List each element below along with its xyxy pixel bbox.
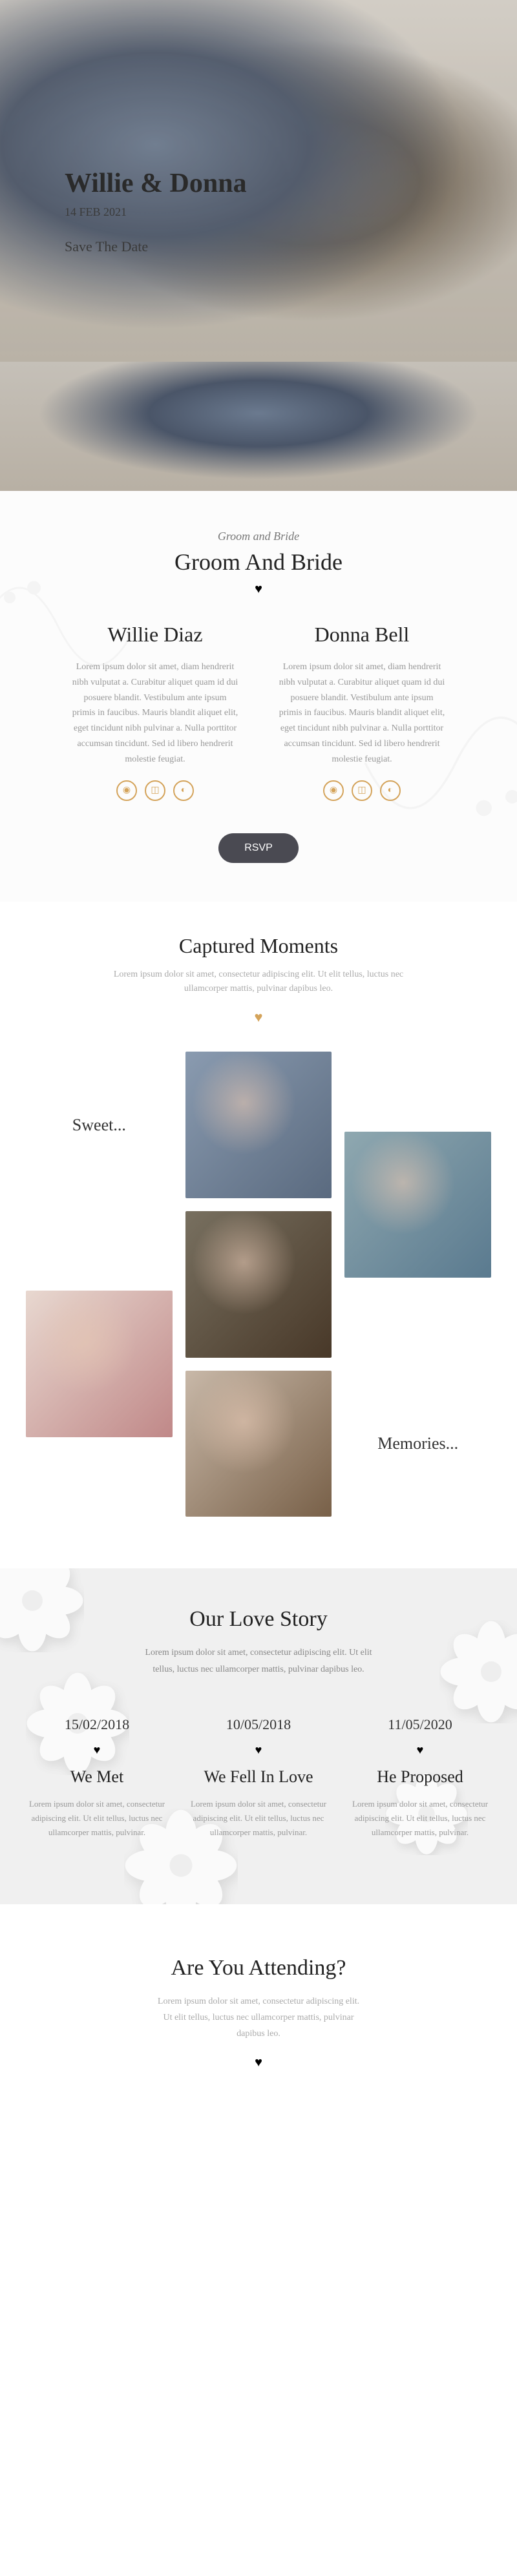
attending-section: Are You Attending? Lorem ipsum dolor sit… — [0, 1904, 517, 2141]
rsvp-button[interactable]: RSVP — [218, 833, 299, 863]
timeline-event: 11/05/2020 ♥ He Proposed Lorem ipsum dol… — [349, 1716, 491, 1840]
event-text: Lorem ipsum dolor sit amet, consectetur … — [187, 1797, 330, 1840]
event-text: Lorem ipsum dolor sit amet, consectetur … — [349, 1797, 491, 1840]
twitter-icon[interactable]: ◐ — [173, 780, 194, 801]
hero-section: Willie & Donna 14 FEB 2021 Save The Date — [0, 0, 517, 362]
attending-description: Lorem ipsum dolor sit amet, consectetur … — [155, 1993, 362, 2042]
timeline-event: 10/05/2018 ♥ We Fell In Love Lorem ipsum… — [187, 1716, 330, 1840]
bride-name: Donna Bell — [278, 623, 446, 647]
facebook-icon[interactable]: ◉ — [116, 780, 137, 801]
gallery-photo — [185, 1371, 332, 1517]
gallery-label-left: Sweet... — [26, 1116, 173, 1135]
hero-date: 14 FEB 2021 — [65, 205, 247, 219]
story-title: Our Love Story — [26, 1607, 491, 1632]
gallery-label-right: Memories... — [344, 1434, 491, 1453]
hero-image-strip — [0, 362, 517, 491]
flower-decoration — [439, 1620, 517, 1723]
event-text: Lorem ipsum dolor sit amet, consectetur … — [26, 1797, 168, 1840]
event-date: 11/05/2020 — [349, 1716, 491, 1733]
heart-icon: ♥ — [26, 1743, 168, 1757]
heart-icon: ♥ — [26, 2055, 491, 2070]
gallery-photo — [344, 1132, 491, 1278]
groom-bride-section: Groom and Bride Groom And Bride ♥ Willie… — [0, 491, 517, 902]
attending-title: Are You Attending? — [162, 1956, 355, 1980]
gallery-photo — [185, 1052, 332, 1198]
instagram-icon[interactable]: ◫ — [145, 780, 165, 801]
event-title: We Fell In Love — [187, 1767, 330, 1787]
moments-title: Captured Moments — [26, 934, 491, 958]
heart-icon: ♥ — [349, 1743, 491, 1757]
heart-icon: ♥ — [187, 1743, 330, 1757]
facebook-icon[interactable]: ◉ — [323, 780, 344, 801]
event-title: We Met — [26, 1767, 168, 1787]
gallery-photo — [185, 1211, 332, 1358]
hero-title: Willie & Donna — [65, 168, 247, 199]
floral-decoration — [0, 530, 155, 723]
story-description: Lorem ipsum dolor sit amet, consectetur … — [142, 1645, 375, 1677]
gallery-photo — [26, 1291, 173, 1437]
event-date: 10/05/2018 — [187, 1716, 330, 1733]
moments-description: Lorem ipsum dolor sit amet, consectetur … — [97, 968, 420, 997]
heart-icon: ♥ — [26, 1009, 491, 1026]
love-story-section: Our Love Story Lorem ipsum dolor sit ame… — [0, 1568, 517, 1904]
hero-save-date: Save The Date — [65, 238, 247, 255]
timeline-event: 15/02/2018 ♥ We Met Lorem ipsum dolor si… — [26, 1716, 168, 1840]
floral-decoration — [343, 650, 517, 876]
moments-section: Captured Moments Lorem ipsum dolor sit a… — [0, 902, 517, 1569]
event-date: 15/02/2018 — [26, 1716, 168, 1733]
event-title: He Proposed — [349, 1767, 491, 1787]
